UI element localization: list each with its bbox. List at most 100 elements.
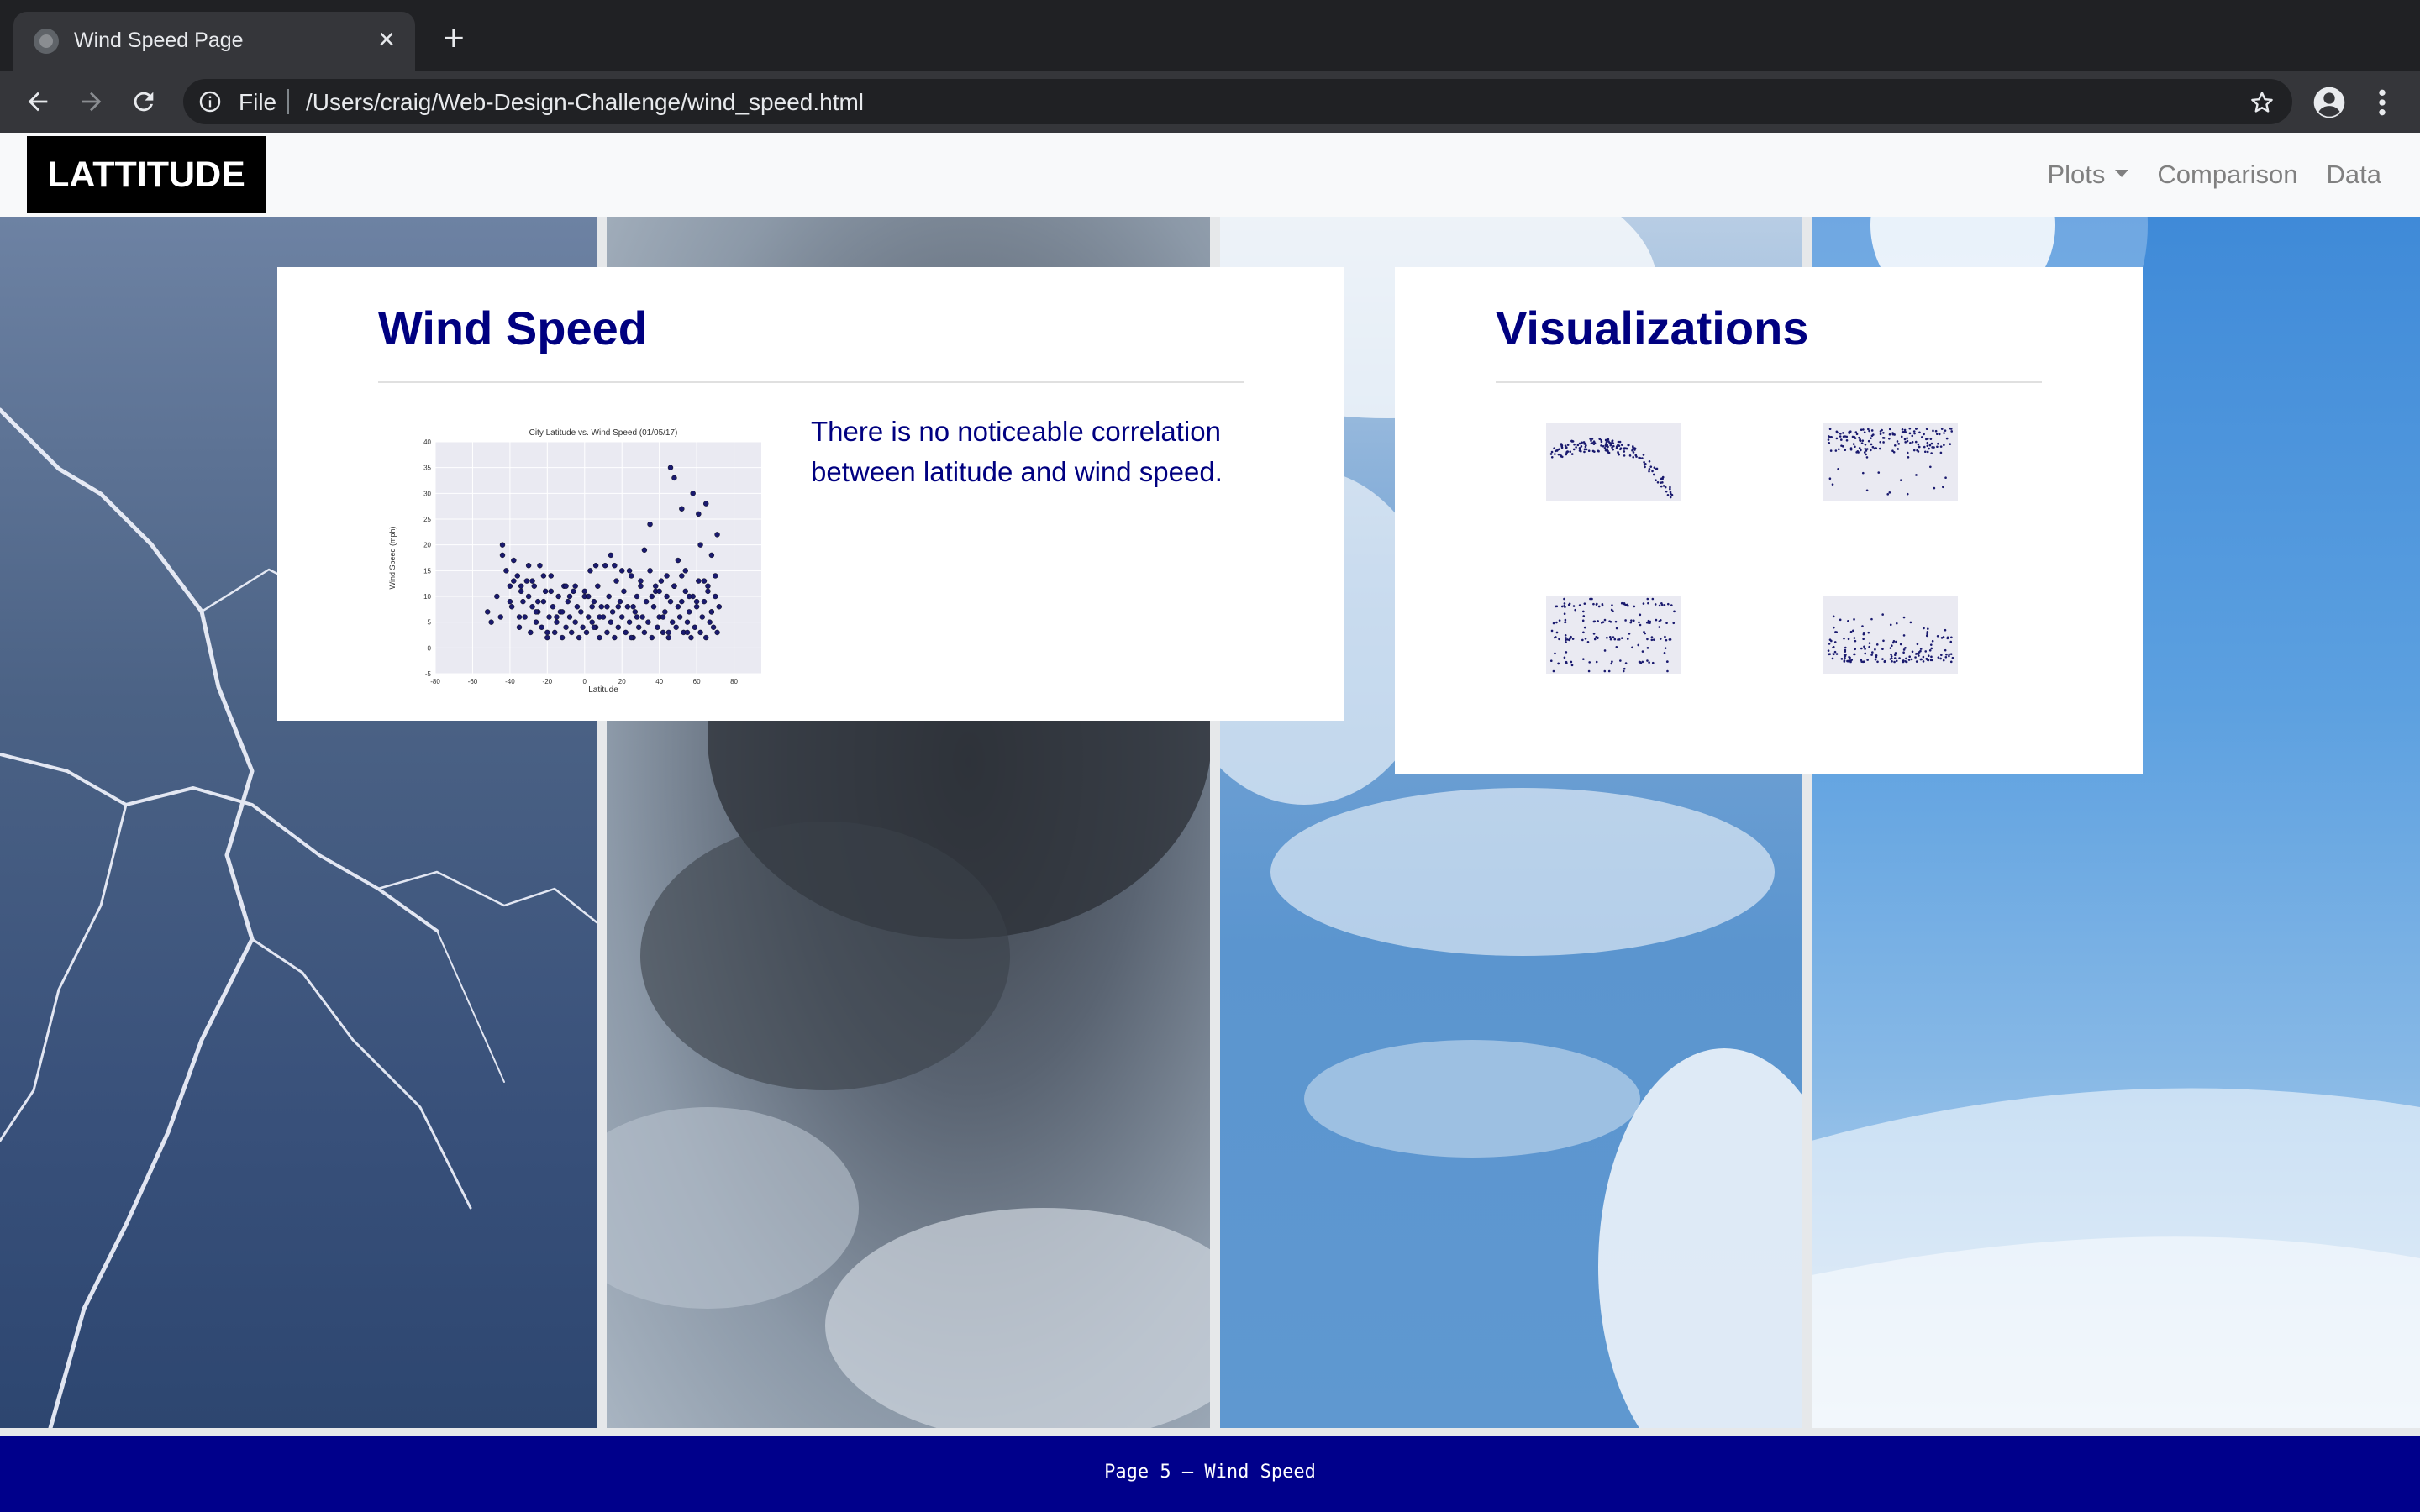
thumbnail-point — [1632, 446, 1634, 449]
thumbnail-point — [1839, 618, 1842, 622]
thumbnail-point — [1860, 428, 1863, 432]
thumbnail-point — [1612, 448, 1614, 451]
thumbnail-point — [1865, 456, 1869, 459]
new-tab-button[interactable]: + — [437, 20, 471, 57]
thumbnail-point — [1630, 619, 1633, 622]
address-bar[interactable]: File /Users/craig/Web-Design-Challenge/w… — [183, 79, 2292, 124]
data-point — [522, 614, 528, 620]
more-vert-icon[interactable] — [2370, 86, 2395, 119]
profile-icon[interactable] — [2312, 86, 2346, 119]
data-point — [697, 542, 703, 548]
thumbnail-point — [1922, 660, 1925, 663]
brand-logo[interactable]: LATTITUDE — [27, 136, 266, 213]
thumbnail-point — [1614, 620, 1618, 623]
data-point — [708, 552, 715, 559]
data-point — [559, 634, 566, 641]
thumbnail-point — [1601, 604, 1604, 607]
browser-tab[interactable]: Wind Speed Page × — [13, 12, 415, 71]
thumbnail-point — [1925, 428, 1928, 431]
thumbnail-point — [1912, 449, 1916, 452]
thumbnail-point — [1565, 637, 1567, 639]
thumbnail-point — [1649, 465, 1653, 468]
thumbnail-point — [1891, 432, 1894, 434]
thumbnail-point — [1615, 627, 1618, 630]
thumbnail-point — [1666, 660, 1669, 663]
thumbnail-point — [1845, 438, 1849, 442]
thumbnail-point — [1607, 440, 1610, 443]
data-point — [581, 588, 587, 595]
thumbnail-point — [1944, 628, 1947, 632]
data-point — [514, 573, 520, 579]
thumbnail-point — [1939, 451, 1943, 454]
thumbnail-point — [1950, 636, 1953, 639]
x-tick-label: -60 — [468, 678, 478, 685]
cloudiness-thumbnail[interactable] — [1529, 588, 1689, 685]
nav-plots-dropdown[interactable]: Plots — [2047, 160, 2129, 190]
back-button[interactable] — [20, 84, 55, 119]
thumbnail-point — [1607, 438, 1610, 441]
data-point — [574, 604, 581, 610]
forward-button[interactable] — [74, 84, 109, 119]
thumbnail-point — [1578, 604, 1581, 606]
data-point — [572, 619, 578, 625]
thumbnail-point — [1623, 602, 1626, 605]
url-text[interactable]: /Users/craig/Web-Design-Challenge/wind_s… — [306, 89, 864, 116]
thumbnail-point — [1624, 662, 1628, 664]
thumbnail-point — [1632, 451, 1635, 454]
thumbnail-point — [1886, 493, 1890, 496]
data-point — [571, 588, 576, 595]
thumbnail-point — [1922, 655, 1925, 659]
thumbnail-point — [1578, 447, 1581, 449]
thumbnail-point — [1569, 638, 1571, 640]
nav-comparison[interactable]: Comparison — [2157, 160, 2297, 190]
thumbnail-point — [1563, 597, 1565, 601]
thumbnail-point — [1623, 667, 1626, 670]
thumbnail-point — [1858, 447, 1861, 449]
thumbnail-point — [1835, 437, 1839, 440]
thumbnail-point — [1609, 638, 1612, 641]
thumbnail-point — [1842, 445, 1844, 448]
thumbnail-point — [1563, 656, 1566, 659]
data-point — [539, 624, 544, 631]
thumbnail-point — [1631, 449, 1634, 452]
data-point — [664, 593, 670, 600]
thumbnail-point — [1917, 443, 1920, 446]
wind-speed-scatter-plot[interactable]: City Latitude vs. Wind Speed (01/05/17) … — [383, 422, 761, 699]
nav-data[interactable]: Data — [2327, 160, 2381, 190]
close-tab-icon[interactable]: × — [371, 25, 402, 55]
thumbnail-point — [1666, 493, 1670, 496]
thumbnail-point — [1895, 659, 1898, 663]
thumbnail-point — [1641, 457, 1644, 459]
data-point — [701, 598, 708, 605]
data-point — [645, 619, 651, 625]
thumbnail-point — [1945, 653, 1948, 656]
thumbnail-point — [1895, 622, 1898, 625]
thumbnail-point — [1870, 449, 1872, 452]
thumbnail-point — [1906, 437, 1908, 440]
thumbnail-point — [1856, 449, 1860, 453]
reload-button[interactable] — [126, 84, 161, 119]
thumbnail-point — [1582, 658, 1585, 660]
data-point — [548, 588, 554, 595]
data-point — [666, 629, 671, 636]
info-icon[interactable] — [198, 90, 222, 113]
data-point — [503, 568, 509, 574]
wind-speed-thumbnail[interactable] — [1807, 588, 1966, 685]
star-icon[interactable] — [2249, 89, 2275, 116]
humidity-thumbnail[interactable] — [1807, 415, 1966, 512]
max-temperature-thumbnail[interactable] — [1529, 415, 1689, 512]
data-point — [591, 598, 597, 605]
thumbnail-point — [1554, 652, 1556, 655]
thumbnail-point — [1883, 659, 1886, 663]
data-point — [634, 593, 640, 600]
thumbnail-point — [1659, 638, 1662, 640]
thumbnail-point — [1881, 648, 1884, 651]
thumbnail-point — [1570, 453, 1574, 455]
thumbnail-point — [1597, 620, 1599, 622]
thumbnail-point — [1557, 453, 1560, 456]
data-point — [544, 634, 550, 641]
thumbnail-point — [1660, 477, 1663, 480]
data-point — [693, 604, 700, 610]
thumbnail-point — [1566, 638, 1569, 641]
thumbnail-point — [1949, 428, 1953, 430]
